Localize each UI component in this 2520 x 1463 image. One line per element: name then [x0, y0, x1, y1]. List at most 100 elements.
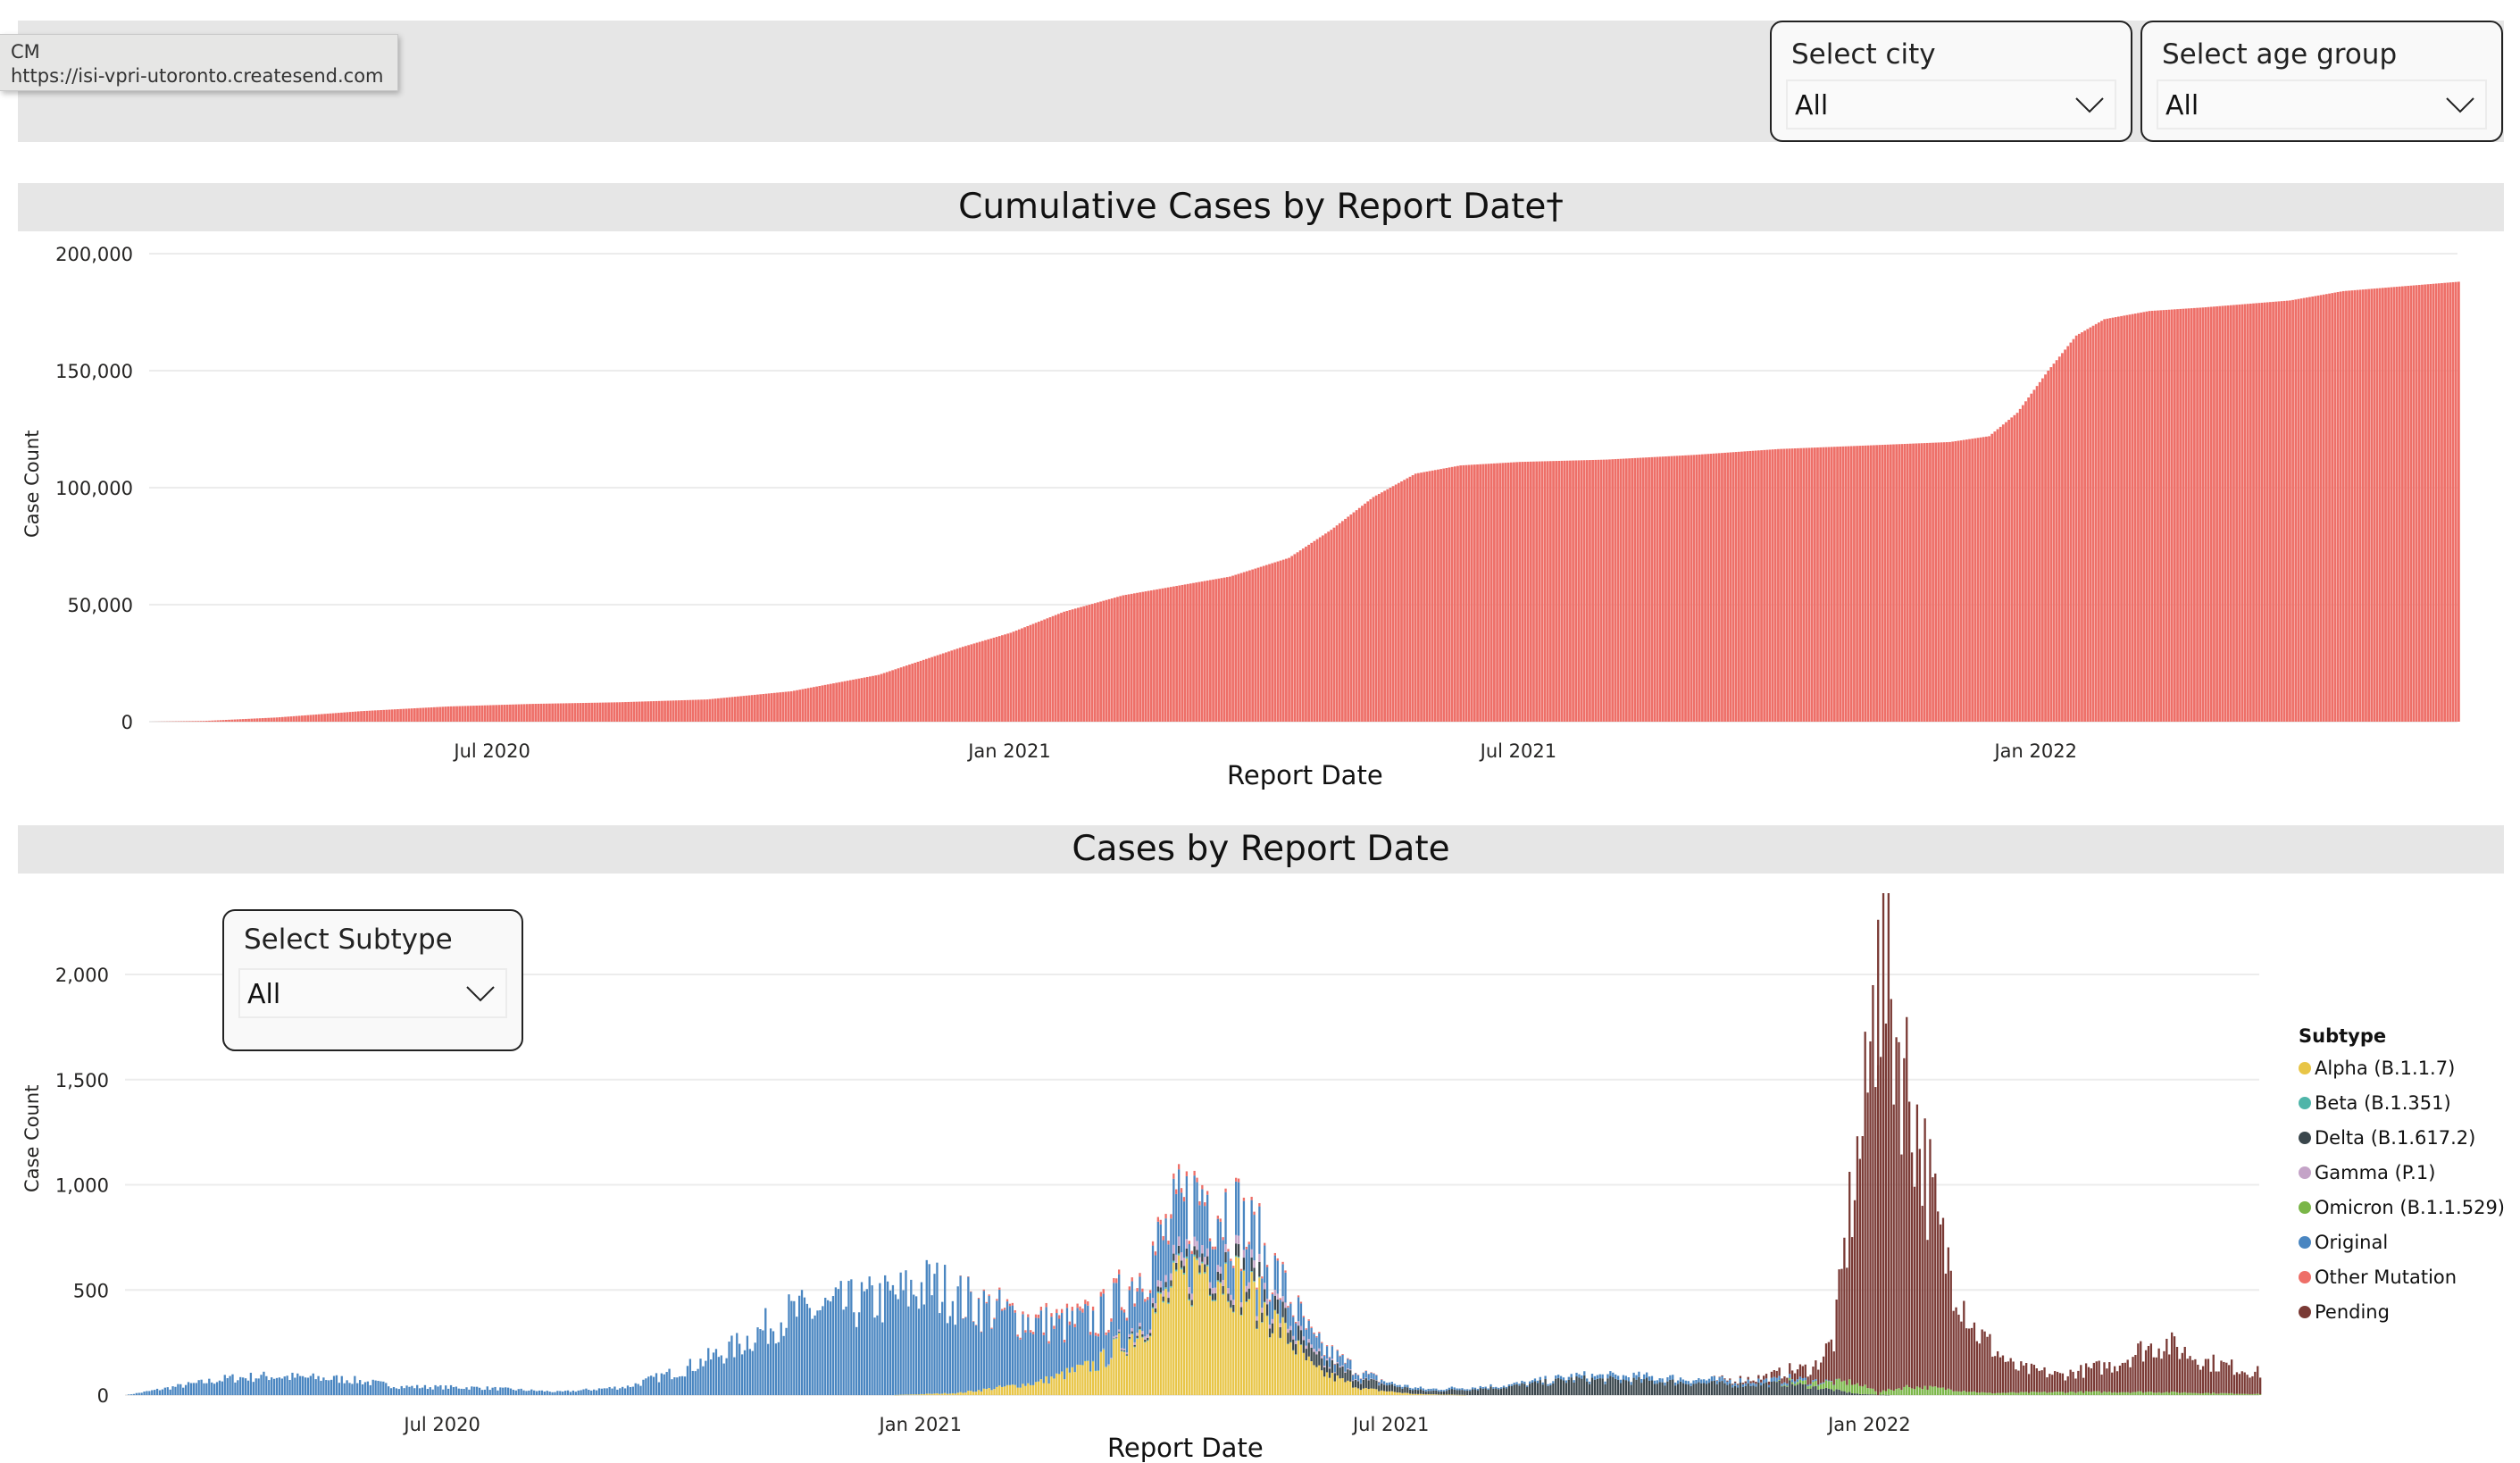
cumulative-bar [1693, 455, 1696, 722]
daily-bar-segment [491, 1388, 493, 1395]
legend-item[interactable]: Pending [2299, 1301, 2390, 1323]
daily-bar-segment [1272, 1333, 1273, 1395]
cumulative-bar [363, 711, 365, 722]
cumulative-bar [714, 698, 717, 722]
cumulative-bar [2320, 295, 2323, 722]
daily-bar-segment [1258, 1203, 1260, 1207]
daily-bar-segment [2223, 1393, 2224, 1395]
daily-bar-segment [710, 1359, 712, 1395]
daily-bar-segment [1575, 1376, 1577, 1395]
daily-bar-segment [1136, 1333, 1138, 1336]
cumulative-bar [1139, 592, 1141, 722]
legend-item[interactable]: Delta (B.1.617.2) [2299, 1127, 2475, 1149]
daily-bar-segment [2251, 1394, 2253, 1395]
cumulative-bar [1648, 457, 1650, 722]
cumulative-bar [1600, 460, 1603, 722]
daily-bar-segment [2254, 1372, 2256, 1394]
daily-bar-segment [2236, 1372, 2238, 1393]
legend-item[interactable]: Alpha (B.1.1.7) [2299, 1058, 2455, 1079]
daily-bar-segment [1248, 1289, 1250, 1299]
daily-bar-segment [1602, 1375, 1604, 1378]
chevron-down-icon[interactable] [464, 977, 496, 1009]
daily-bar-segment [463, 1389, 464, 1395]
daily-bar-segment [684, 1376, 686, 1395]
cumulative-bar [504, 705, 506, 722]
daily-bar-segment [2239, 1394, 2240, 1395]
daily-bar-segment [1986, 1392, 1988, 1395]
daily-bar-segment [237, 1380, 238, 1395]
cumulative-bar [762, 694, 764, 722]
cumulative-bar [1307, 545, 1310, 722]
daily-bar-segment [1087, 1301, 1089, 1306]
daily-bar-segment [1401, 1389, 1403, 1393]
daily-bar-segment [1537, 1381, 1539, 1384]
cumulative-bar [1867, 446, 1870, 722]
cumulative-bar [2149, 311, 2151, 722]
daily-bar-segment [964, 1392, 966, 1395]
cumulative-bar [2090, 328, 2092, 722]
daily-bar-segment [359, 1380, 361, 1395]
daily-bar-segment [2054, 1392, 2056, 1395]
daily-bar-segment [1838, 1269, 1840, 1378]
daily-bar-segment [1716, 1381, 1718, 1384]
daily-bar-segment [2028, 1393, 2030, 1395]
daily-bar-segment [1968, 1392, 1970, 1395]
daily-bar-segment [1139, 1323, 1140, 1326]
cumulative-bar [1772, 449, 1774, 722]
daily-bar-segment [1303, 1317, 1305, 1336]
daily-bar-segment [1589, 1384, 1590, 1395]
daily-bar-segment [154, 1390, 155, 1395]
cumulative-bar [1406, 479, 1408, 722]
daily-bar-segment [247, 1381, 249, 1395]
daily-bar-segment [185, 1385, 187, 1395]
daily-bar-segment [962, 1318, 964, 1392]
cumulative-bar [200, 721, 203, 722]
daily-bar-segment [1110, 1318, 1112, 1322]
daily-bar-segment [918, 1394, 920, 1395]
daily-bar-segment [1831, 1389, 1832, 1395]
cumulative-bar [2151, 311, 2154, 722]
daily-bar-segment [1802, 1378, 1804, 1381]
cumulative-bar [2457, 281, 2460, 722]
daily-bar-segment [1141, 1334, 1143, 1337]
daily-chart-title: Cases by Report Date [18, 825, 2504, 874]
daily-bar-segment [1458, 1395, 1460, 1396]
daily-bar-segment [897, 1300, 899, 1395]
daily-bar-segment [900, 1395, 902, 1396]
cumulative-bar [1667, 456, 1670, 722]
cumulative-bar [421, 707, 424, 722]
daily-bar-segment [1167, 1298, 1169, 1302]
cumulative-bar [1412, 475, 1414, 722]
daily-bar-segment [2049, 1374, 2050, 1392]
daily-bar-segment [1115, 1283, 1117, 1335]
age-group-dropdown[interactable]: All [2157, 79, 2487, 130]
legend-item[interactable]: Gamma (P.1) [2299, 1162, 2435, 1183]
subtype-dropdown[interactable]: All [238, 968, 507, 1018]
daily-bar-segment [1781, 1386, 1782, 1395]
legend-item[interactable]: Omicron (B.1.1.529) [2299, 1197, 2505, 1218]
chevron-down-icon[interactable] [2074, 88, 2106, 121]
cumulative-bar [330, 714, 332, 722]
daily-bar-segment [1123, 1349, 1125, 1350]
cumulative-bar [2120, 316, 2123, 722]
daily-bar-segment [1303, 1316, 1305, 1317]
daily-bar-segment [1625, 1380, 1627, 1395]
legend-item[interactable]: Original [2299, 1232, 2388, 1253]
legend-item[interactable]: Beta (B.1.351) [2299, 1092, 2451, 1114]
daily-bar-segment [1163, 1236, 1164, 1241]
daily-bar-segment [1914, 1389, 1915, 1395]
cumulative-bar [445, 706, 447, 722]
cumulative-bar [1569, 461, 1572, 722]
daily-bar-segment [1238, 1257, 1239, 1258]
cumulative-bar [2078, 334, 2081, 722]
chevron-down-icon[interactable] [2444, 88, 2476, 121]
cumulative-bar [1131, 594, 1133, 722]
daily-bar-segment [1167, 1241, 1169, 1244]
daily-bar-segment [1058, 1319, 1060, 1375]
daily-bar-segment [1929, 1386, 1931, 1395]
daily-bar-segment [2199, 1370, 2201, 1394]
legend-item[interactable]: Other Mutation [2299, 1267, 2457, 1288]
daily-bar-segment [1349, 1369, 1351, 1370]
daily-bar-segment [1456, 1395, 1457, 1396]
city-dropdown[interactable]: All [1786, 79, 2116, 130]
